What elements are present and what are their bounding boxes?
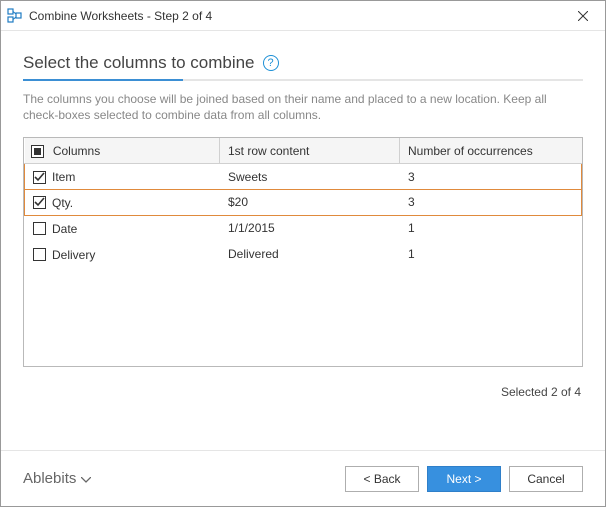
row-checkbox[interactable] — [33, 248, 46, 261]
footer: Ablebits < Back Next > Cancel — [1, 450, 605, 506]
column-name-label: Item — [52, 170, 75, 184]
next-button[interactable]: Next > — [427, 466, 501, 492]
select-all-checkbox[interactable] — [31, 145, 44, 158]
page-heading: Select the columns to combine — [23, 53, 255, 73]
cell-first-row-content: 1/1/2015 — [220, 215, 400, 241]
cell-first-row-content: Delivered — [220, 241, 400, 267]
brand-menu[interactable]: Ablebits — [23, 470, 91, 487]
header-occurrences[interactable]: Number of occurrences — [400, 138, 582, 163]
title-bar: Combine Worksheets - Step 2 of 4 — [1, 1, 605, 31]
chevron-down-icon — [81, 470, 91, 487]
cell-occurrences: 1 — [400, 215, 582, 241]
window-title: Combine Worksheets - Step 2 of 4 — [29, 9, 560, 23]
header-columns-label: Columns — [53, 144, 100, 158]
cell-occurrences: 3 — [400, 190, 582, 216]
app-icon — [7, 8, 23, 24]
columns-table: Columns 1st row content Number of occurr… — [24, 138, 582, 267]
cell-column-name: Date — [25, 215, 220, 241]
header-columns[interactable]: Columns — [25, 138, 220, 163]
row-checkbox[interactable] — [33, 196, 46, 209]
column-name-label: Qty. — [52, 196, 73, 210]
cancel-button[interactable]: Cancel — [509, 466, 583, 492]
cell-occurrences: 3 — [400, 164, 582, 190]
row-checkbox[interactable] — [33, 222, 46, 235]
cell-first-row-content: $20 — [220, 190, 400, 216]
table-row[interactable]: Delivery Delivered1 — [25, 241, 582, 267]
brand-label: Ablebits — [23, 470, 76, 487]
back-button[interactable]: < Back — [345, 466, 419, 492]
cell-first-row-content: Sweets — [220, 164, 400, 190]
description-text: The columns you choose will be joined ba… — [23, 91, 583, 123]
content-area: Select the columns to combine ? The colu… — [1, 31, 605, 399]
column-name-label: Date — [52, 222, 77, 236]
close-button[interactable] — [560, 1, 605, 31]
cell-column-name: Qty. — [25, 190, 220, 216]
columns-table-container: Columns 1st row content Number of occurr… — [23, 137, 583, 367]
table-row[interactable]: Qty. $203 — [25, 190, 582, 216]
selection-status: Selected 2 of 4 — [23, 367, 583, 399]
table-row[interactable]: Item Sweets3 — [25, 164, 582, 190]
close-icon — [578, 11, 588, 21]
cell-occurrences: 1 — [400, 241, 582, 267]
column-name-label: Delivery — [52, 248, 95, 262]
cell-column-name: Delivery — [25, 241, 220, 267]
cell-column-name: Item — [25, 164, 220, 190]
header-first-row[interactable]: 1st row content — [220, 138, 400, 163]
tab-underline — [23, 79, 583, 81]
help-icon[interactable]: ? — [263, 55, 279, 71]
row-checkbox[interactable] — [33, 171, 46, 184]
table-row[interactable]: Date 1/1/20151 — [25, 215, 582, 241]
